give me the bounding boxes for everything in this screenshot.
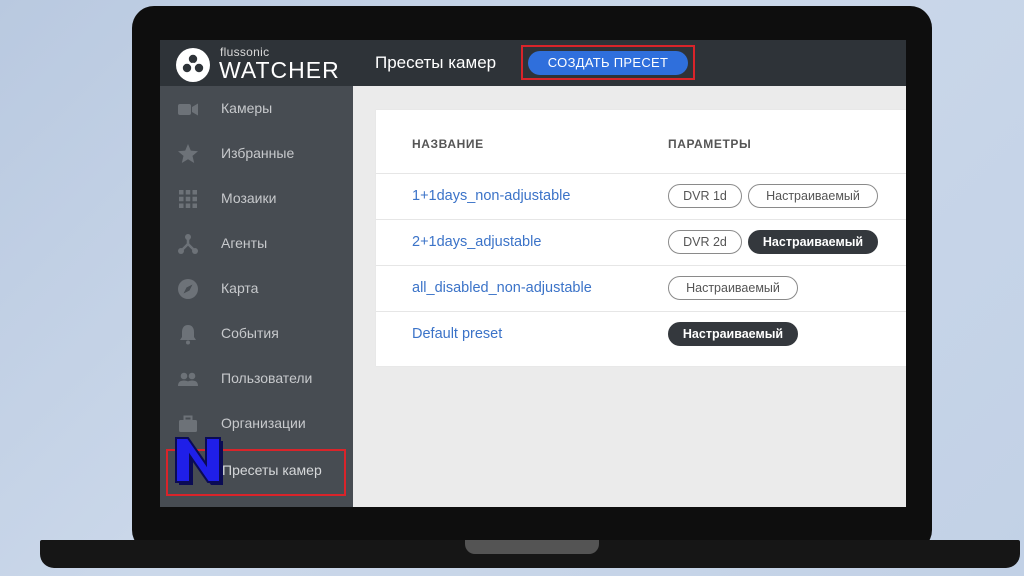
adjustable-badge: Настраиваемый xyxy=(748,230,878,254)
preset-name-link[interactable]: Default preset xyxy=(412,326,502,342)
sidebar-item-label: Организации xyxy=(221,415,306,431)
preset-name-link[interactable]: all_disabled_non-adjustable xyxy=(412,280,592,296)
sidebar-item-events[interactable]: События xyxy=(160,311,353,356)
presets-table: НАЗВАНИЕ ПАРАМЕТРЫ 1+1days_non-adjustabl… xyxy=(376,110,906,366)
sidebar-item-label: Пользователи xyxy=(221,370,313,386)
table-row[interactable]: 2+1days_adjustable DVR 2d Настраиваемый xyxy=(376,219,906,266)
grid-icon xyxy=(179,190,197,208)
brand[interactable]: flussonic WATCHER xyxy=(176,45,356,83)
page-title: Пресеты камер xyxy=(375,53,497,72)
preset-name-link[interactable]: 2+1days_adjustable xyxy=(412,234,541,250)
star-icon xyxy=(178,144,198,163)
create-preset-button[interactable]: СОЗДАТЬ ПРЕСЕТ xyxy=(528,51,688,75)
top-bar: flussonic WATCHER Пресеты камер СОЗДАТЬ … xyxy=(160,40,906,86)
sidebar-item-users[interactable]: Пользователи xyxy=(160,356,353,401)
bell-icon xyxy=(180,325,196,345)
table-row[interactable]: 1+1days_non-adjustable DVR 1d Настраивае… xyxy=(376,173,906,220)
dvr-badge: DVR 2d xyxy=(668,230,742,254)
table-row[interactable]: all_disabled_non-adjustable Настраиваемы… xyxy=(376,265,906,312)
agents-icon xyxy=(178,234,198,254)
sidebar-item-cameras[interactable]: Камеры xyxy=(160,86,353,131)
app-screen: flussonic WATCHER Пресеты камер СОЗДАТЬ … xyxy=(160,40,906,507)
sidebar-item-favorites[interactable]: Избранные xyxy=(160,131,353,176)
column-header-params: ПАРАМЕТРЫ xyxy=(668,137,752,151)
adjustable-badge: Настраиваемый xyxy=(748,184,878,208)
create-button-highlight: СОЗДАТЬ ПРЕСЕТ xyxy=(521,45,695,80)
sidebar-item-map[interactable]: Карта xyxy=(160,266,353,311)
sidebar-item-label: Камеры xyxy=(221,100,273,116)
main-content: НАЗВАНИЕ ПАРАМЕТРЫ 1+1days_non-adjustabl… xyxy=(353,86,906,507)
table-row[interactable]: Default preset Настраиваемый xyxy=(376,311,906,358)
sidebar-item-mosaics[interactable]: Мозаики xyxy=(160,176,353,221)
sidebar-item-label: Карта xyxy=(221,280,259,296)
sidebar-item-label: Мозаики xyxy=(221,190,277,206)
brand-big-text: WATCHER xyxy=(219,57,340,83)
adjustable-badge: Настраиваемый xyxy=(668,276,798,300)
sidebar-item-label: Избранные xyxy=(221,145,295,161)
n-logo-icon xyxy=(175,437,223,485)
sidebar-item-label: События xyxy=(221,325,279,341)
laptop-notch xyxy=(465,540,599,554)
users-icon xyxy=(178,372,198,386)
sidebar-item-agents[interactable]: Агенты xyxy=(160,221,353,266)
column-header-name: НАЗВАНИЕ xyxy=(412,137,484,151)
adjustable-badge: Настраиваемый xyxy=(668,322,798,346)
camera-icon xyxy=(178,103,198,116)
preset-name-link[interactable]: 1+1days_non-adjustable xyxy=(412,188,570,204)
sidebar-item-label: Агенты xyxy=(221,235,268,251)
compass-icon xyxy=(178,279,198,299)
dvr-badge: DVR 1d xyxy=(668,184,742,208)
flussonic-logo-icon xyxy=(176,48,210,82)
